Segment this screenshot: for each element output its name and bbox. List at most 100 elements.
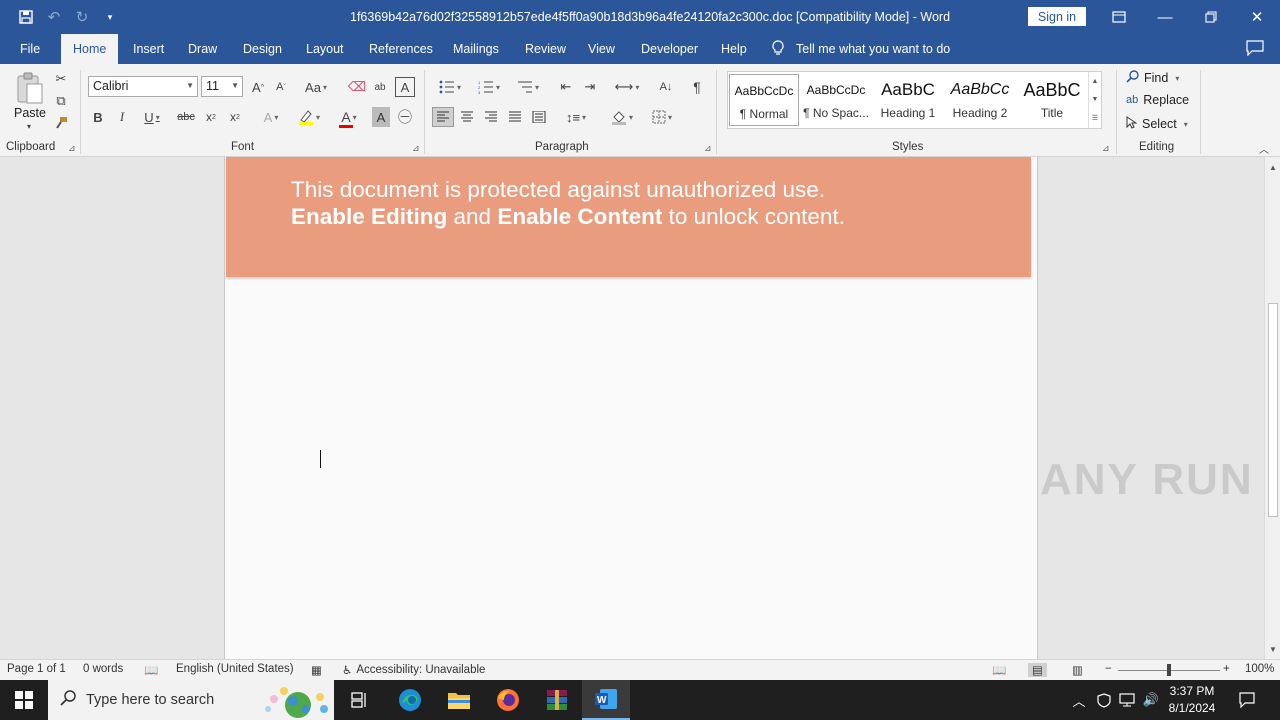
highlight-color-icon[interactable]: ▾ bbox=[292, 107, 326, 127]
decrease-indent-icon[interactable]: ⇤ bbox=[556, 77, 576, 97]
zoom-out-icon[interactable]: − bbox=[1105, 663, 1112, 675]
bullets-icon[interactable]: ▾ bbox=[433, 77, 467, 97]
undo-icon[interactable]: ↶ bbox=[42, 6, 66, 28]
style-heading-1[interactable]: AaBbC Heading 1 bbox=[873, 74, 943, 126]
scroll-up-icon[interactable]: ▲ bbox=[1265, 159, 1280, 175]
underline-icon[interactable]: U ▾ bbox=[137, 107, 167, 127]
clear-formatting-icon[interactable]: ⌫ bbox=[347, 77, 367, 97]
language[interactable]: English (United States) bbox=[176, 663, 294, 675]
print-layout-icon[interactable]: ▤ bbox=[1028, 663, 1047, 677]
macro-recording-icon[interactable]: ▦ bbox=[311, 663, 322, 677]
show-paragraph-marks-icon[interactable]: ¶ bbox=[687, 77, 707, 97]
redo-icon[interactable]: ↻ bbox=[70, 6, 94, 28]
tell-me-search[interactable]: Tell me what you want to do bbox=[772, 34, 950, 64]
numbering-icon[interactable]: 1 2 3 ▾ bbox=[472, 77, 506, 97]
accessibility-status[interactable]: ♿ Accessibility: Unavailable bbox=[342, 663, 485, 677]
read-mode-icon[interactable]: 📖 bbox=[992, 663, 1006, 677]
character-shading-icon[interactable]: A bbox=[372, 107, 390, 127]
zoom-in-icon[interactable]: + bbox=[1223, 663, 1230, 675]
document-page[interactable]: This document is protected against unaut… bbox=[224, 157, 1038, 659]
tab-references[interactable]: References bbox=[357, 34, 445, 64]
word-taskbar-icon[interactable]: W bbox=[582, 680, 630, 720]
grow-font-icon[interactable]: A ^ bbox=[249, 77, 267, 97]
scroll-thumb[interactable] bbox=[1268, 303, 1278, 517]
subscript-icon[interactable]: x2 bbox=[201, 107, 221, 127]
edge-icon[interactable] bbox=[386, 680, 434, 720]
paste-button[interactable]: Paste bbox=[10, 105, 50, 121]
tab-home[interactable]: Home bbox=[61, 34, 119, 64]
collapse-ribbon-icon[interactable]: ︿ bbox=[1256, 141, 1272, 156]
file-explorer-icon[interactable] bbox=[435, 680, 483, 720]
bold-icon[interactable]: B bbox=[89, 107, 107, 127]
enclose-characters-icon[interactable]: ㊀ bbox=[395, 107, 415, 127]
zoom-level[interactable]: 100% bbox=[1245, 663, 1274, 675]
word-count[interactable]: 0 words bbox=[83, 663, 123, 675]
show-hidden-icons-icon[interactable]: ︿ bbox=[1068, 680, 1090, 720]
volume-icon[interactable]: 🔊 bbox=[1140, 680, 1162, 720]
distributed-icon[interactable] bbox=[529, 107, 549, 127]
ribbon-display-options-icon[interactable] bbox=[1096, 0, 1142, 34]
page-count[interactable]: Page 1 of 1 bbox=[7, 663, 66, 675]
defender-icon[interactable] bbox=[1094, 680, 1114, 720]
align-left-icon[interactable] bbox=[432, 107, 454, 127]
scroll-up-icon[interactable]: ▲ bbox=[1092, 78, 1099, 85]
customize-qat-icon[interactable]: ▾ bbox=[98, 6, 122, 28]
multilevel-list-icon[interactable]: ▾ bbox=[511, 77, 545, 97]
tab-file[interactable]: File bbox=[8, 34, 52, 64]
change-case-icon[interactable]: Aa ▾ bbox=[300, 77, 332, 97]
clipboard-launcher-icon[interactable]: ⊿ bbox=[68, 143, 76, 154]
tab-view[interactable]: View bbox=[576, 34, 627, 64]
copy-icon[interactable]: ⧉ bbox=[52, 92, 70, 110]
save-icon[interactable] bbox=[14, 6, 38, 28]
find-button[interactable]: Find ▾ bbox=[1126, 70, 1179, 86]
borders-icon[interactable]: ▾ bbox=[645, 107, 679, 127]
replace-button[interactable]: ab Replace bbox=[1126, 93, 1189, 107]
font-color-icon[interactable]: A ▾ bbox=[332, 107, 366, 128]
tab-mailings[interactable]: Mailings bbox=[441, 34, 511, 64]
windows-start-icon[interactable] bbox=[0, 680, 48, 720]
shading-icon[interactable]: ▾ bbox=[605, 107, 639, 127]
increase-indent-icon[interactable]: ⇥ bbox=[580, 77, 600, 97]
network-icon[interactable] bbox=[1116, 680, 1138, 720]
tab-review[interactable]: Review bbox=[513, 34, 578, 64]
more-styles-icon[interactable]: ☰ bbox=[1092, 114, 1098, 122]
style-no-spacing[interactable]: AaBbCcDc ¶ No Spac... bbox=[801, 74, 871, 126]
text-effects-icon[interactable]: A ▾ bbox=[255, 107, 287, 127]
italic-icon[interactable]: I bbox=[113, 107, 131, 127]
character-border-icon[interactable]: A bbox=[395, 77, 415, 97]
select-button[interactable]: Select ▾ bbox=[1126, 116, 1188, 132]
paste-icon[interactable] bbox=[14, 70, 46, 106]
taskbar-search[interactable]: Type here to search bbox=[48, 680, 334, 720]
cut-icon[interactable]: ✂ bbox=[52, 70, 70, 88]
align-right-icon[interactable] bbox=[481, 107, 501, 127]
font-launcher-icon[interactable]: ⊿ bbox=[412, 143, 420, 154]
superscript-icon[interactable]: x2 bbox=[225, 107, 245, 127]
font-size-combo[interactable]: 11 ▼ bbox=[201, 76, 243, 97]
tab-insert[interactable]: Insert bbox=[121, 34, 176, 64]
style-heading-2[interactable]: AaBbCc Heading 2 bbox=[945, 74, 1015, 126]
task-view-icon[interactable] bbox=[336, 680, 384, 720]
minimize-icon[interactable]: — bbox=[1142, 0, 1188, 34]
close-icon[interactable]: ✕ bbox=[1234, 0, 1280, 34]
paste-dropdown-icon[interactable]: ▾ bbox=[22, 121, 36, 131]
shrink-font-icon[interactable]: Aˇ bbox=[272, 77, 290, 97]
scroll-down-icon[interactable]: ▼ bbox=[1092, 96, 1099, 103]
sort-icon[interactable]: A↓ bbox=[656, 77, 676, 97]
vertical-scrollbar[interactable]: ▲ ▼ bbox=[1264, 157, 1280, 659]
sign-in-button[interactable]: Sign in bbox=[1028, 7, 1086, 26]
justify-icon[interactable] bbox=[505, 107, 525, 127]
line-spacing-icon[interactable]: ↕≡ ▾ bbox=[560, 107, 592, 127]
tab-help[interactable]: Help bbox=[709, 34, 759, 64]
font-name-combo[interactable]: Calibri ▼ bbox=[88, 76, 198, 97]
zoom-slider-thumb[interactable] bbox=[1167, 664, 1171, 676]
style-normal[interactable]: AaBbCcDc ¶ Normal bbox=[729, 74, 799, 126]
tab-layout[interactable]: Layout bbox=[294, 34, 356, 64]
web-layout-icon[interactable]: ▥ bbox=[1072, 663, 1083, 677]
tab-developer[interactable]: Developer bbox=[629, 34, 710, 64]
paragraph-launcher-icon[interactable]: ⊿ bbox=[704, 143, 712, 154]
firefox-icon[interactable] bbox=[484, 680, 532, 720]
style-title[interactable]: AaBbC Title bbox=[1017, 74, 1087, 126]
comments-icon[interactable] bbox=[1246, 40, 1264, 60]
notification-icon[interactable] bbox=[1232, 680, 1262, 720]
tab-draw[interactable]: Draw bbox=[176, 34, 229, 64]
